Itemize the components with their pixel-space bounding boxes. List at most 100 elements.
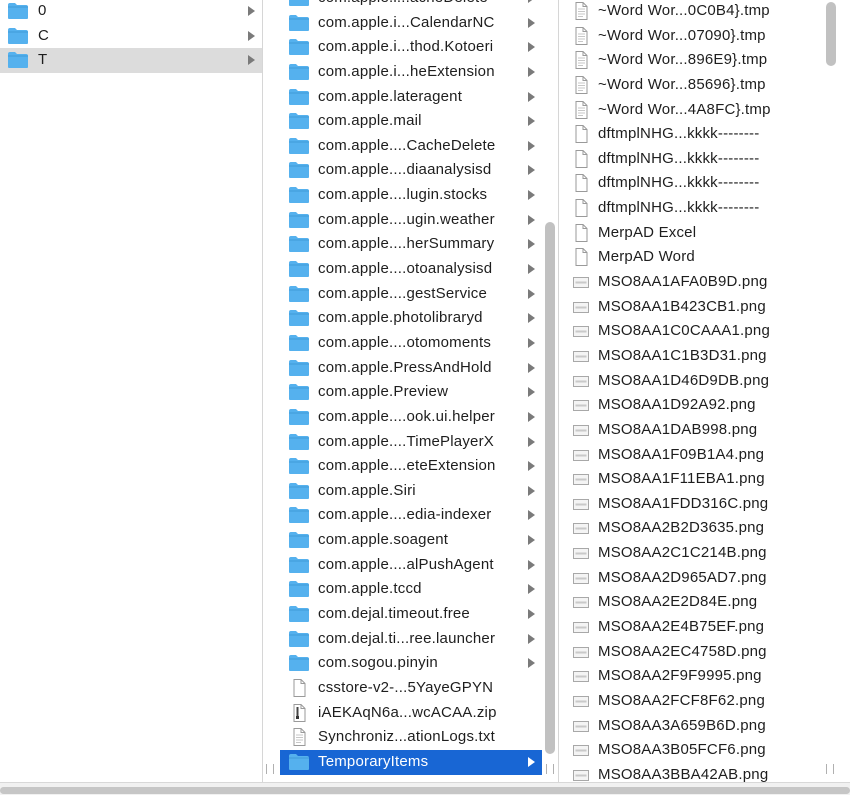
- item-label: ~Word Wor...0C0B4}.tmp: [598, 2, 770, 19]
- column3-item[interactable]: MSO8AA1F09B1A4.png: [562, 443, 824, 468]
- column2-item[interactable]: com.apple....gestService: [280, 282, 542, 307]
- column3-item[interactable]: MSO8AA2E2D84E.png: [562, 590, 824, 615]
- column2-item[interactable]: TemporaryItems: [280, 749, 542, 775]
- column-1[interactable]: 0 CT: [0, 0, 262, 782]
- column3-item[interactable]: MSO8AA1D92A92.png: [562, 393, 824, 418]
- column2-item[interactable]: com.dejal.timeout.free: [280, 602, 542, 627]
- image-thumbnail-icon: [570, 667, 592, 685]
- column3-item[interactable]: ~Word Wor...07090}.tmp: [562, 24, 824, 49]
- item-label: com.apple.tccd: [318, 580, 422, 598]
- column-1-resize-handle[interactable]: [266, 764, 274, 774]
- column2-item[interactable]: com.apple.lateragent: [280, 85, 542, 110]
- column2-item[interactable]: com.apple.i...thod.Kotoeri: [280, 35, 542, 60]
- column2-item[interactable]: com.apple.tccd: [280, 577, 542, 602]
- column2-item[interactable]: com.apple....otoanalysisd: [280, 257, 542, 282]
- column1-item[interactable]: C: [0, 24, 262, 49]
- column3-item[interactable]: MSO8AA2FCF8F62.png: [562, 689, 824, 714]
- column2-item[interactable]: com.apple.i...heExtension: [280, 60, 542, 85]
- column2-item[interactable]: com.apple....herSummary: [280, 232, 542, 257]
- item-label: MSO8AA2E2D84E.png: [598, 593, 758, 611]
- column-3[interactable]: ~Word Wor...0C0B4}.tmp ~Word Wor...07090}…: [562, 0, 824, 782]
- horizontal-scrollbar-thumb[interactable]: [0, 787, 850, 794]
- item-label: MSO8AA2C1C214B.png: [598, 544, 767, 562]
- horizontal-scrollbar-track[interactable]: [0, 782, 850, 795]
- column3-item[interactable]: MSO8AA2C1C214B.png: [562, 541, 824, 566]
- column3-item[interactable]: ~Word Wor...85696}.tmp: [562, 73, 824, 98]
- column2-item[interactable]: com.apple.i...CalendarNC: [280, 11, 542, 36]
- column2-item[interactable]: com.apple....ook.ui.helper: [280, 405, 542, 430]
- column3-item[interactable]: MerpAD Word: [562, 245, 824, 270]
- column2-item[interactable]: com.apple.soagent: [280, 528, 542, 553]
- column3-item[interactable]: MSO8AA2E4B75EF.png: [562, 615, 824, 640]
- text-file-icon: [570, 51, 592, 70]
- column3-item[interactable]: MSO8AA3A659B6D.png: [562, 714, 824, 739]
- column3-item[interactable]: MSO8AA1C0CAAA1.png: [562, 319, 824, 344]
- column2-item[interactable]: iAEKAqN6a...wcACAA.zip: [280, 701, 542, 726]
- column2-item[interactable]: com.apple....ugin.weather: [280, 208, 542, 233]
- column3-item[interactable]: dftmplNHG...kkkk--------: [562, 147, 824, 172]
- column3-item[interactable]: MSO8AA1FDD316C.png: [562, 492, 824, 517]
- column2-item[interactable]: com.apple.mail: [280, 109, 542, 134]
- column3-item[interactable]: MSO8AA2B2D3635.png: [562, 516, 824, 541]
- column-3-resize-handle[interactable]: [826, 764, 834, 774]
- folder-icon: [288, 408, 310, 426]
- column2-item[interactable]: com.apple....TimePlayerX: [280, 430, 542, 455]
- column2-item[interactable]: com.apple.i...acheDelete: [280, 0, 542, 11]
- column2-item[interactable]: com.sogou.pinyin: [280, 651, 542, 676]
- column3-item[interactable]: MSO8AA2EC4758D.png: [562, 640, 824, 665]
- disclosure-arrow-icon: [528, 337, 535, 348]
- image-thumbnail-icon: [570, 717, 592, 735]
- column3-item[interactable]: MSO8AA1B423CB1.png: [562, 295, 824, 320]
- column2-item[interactable]: com.apple....otomoments: [280, 331, 542, 356]
- column-3-scrollbar[interactable]: [826, 2, 836, 66]
- column3-item[interactable]: dftmplNHG...kkkk--------: [562, 171, 824, 196]
- column3-item[interactable]: MSO8AA1F11EBA1.png: [562, 467, 824, 492]
- column2-item[interactable]: com.apple....edia-indexer: [280, 503, 542, 528]
- column3-item[interactable]: ~Word Wor...4A8FC}.tmp: [562, 98, 824, 123]
- folder-icon: [288, 654, 310, 672]
- column-2-scrollbar[interactable]: [545, 222, 555, 754]
- column3-item[interactable]: MerpAD Excel: [562, 221, 824, 246]
- column1-item[interactable]: T: [0, 48, 262, 73]
- item-label: com.apple.i...thod.Kotoeri: [318, 38, 494, 56]
- column-2-resize-handle[interactable]: [546, 764, 554, 774]
- column3-item[interactable]: dftmplNHG...kkkk--------: [562, 196, 824, 221]
- item-label: MSO8AA1D46D9DB.png: [598, 371, 770, 389]
- column3-item[interactable]: MSO8AA2D965AD7.png: [562, 566, 824, 591]
- item-label: com.sogou.pinyin: [318, 654, 438, 672]
- column2-item[interactable]: com.apple.PressAndHold: [280, 356, 542, 381]
- item-label: com.apple.Siri: [318, 481, 416, 499]
- column1-item[interactable]: 0: [0, 0, 262, 24]
- column2-item[interactable]: com.apple....lugin.stocks: [280, 183, 542, 208]
- folder-icon: [288, 112, 310, 130]
- column3-item[interactable]: MSO8AA3B05FCF6.png: [562, 738, 824, 763]
- disclosure-arrow-icon: [528, 461, 535, 472]
- column2-item[interactable]: com.apple....eteExtension: [280, 454, 542, 479]
- disclosure-arrow-icon: [528, 264, 535, 275]
- column2-item[interactable]: com.apple.Siri: [280, 479, 542, 504]
- column3-item[interactable]: dftmplNHG...kkkk--------: [562, 122, 824, 147]
- column3-item[interactable]: MSO8AA1DAB998.png: [562, 418, 824, 443]
- column3-item[interactable]: MSO8AA3BBA42AB.png: [562, 763, 824, 782]
- column3-item[interactable]: MSO8AA1AFA0B9D.png: [562, 270, 824, 295]
- column2-item[interactable]: com.apple....CacheDelete: [280, 134, 542, 159]
- text-file-icon: [570, 75, 592, 94]
- column3-item[interactable]: MSO8AA1C1B3D31.png: [562, 344, 824, 369]
- column2-item[interactable]: com.dejal.ti...ree.launcher: [280, 627, 542, 652]
- column3-item[interactable]: MSO8AA2F9F9995.png: [562, 664, 824, 689]
- column2-item[interactable]: com.apple....diaanalysisd: [280, 158, 542, 183]
- column-2[interactable]: com.apple.i...acheDelete com.apple.i...Ca…: [280, 0, 542, 782]
- item-label: com.dejal.timeout.free: [318, 605, 470, 623]
- column2-item[interactable]: csstore-v2-...5YayeGPYN: [280, 676, 542, 701]
- column2-item[interactable]: Synchroniz...ationLogs.txt: [280, 725, 542, 750]
- disclosure-arrow-icon: [528, 42, 535, 53]
- item-label: MSO8AA2EC4758D.png: [598, 642, 767, 660]
- column2-item[interactable]: com.apple....alPushAgent: [280, 553, 542, 578]
- column2-item[interactable]: com.apple.Preview: [280, 380, 542, 405]
- folder-icon: [288, 630, 310, 648]
- column3-item[interactable]: ~Word Wor...0C0B4}.tmp: [562, 0, 824, 24]
- column3-item[interactable]: MSO8AA1D46D9DB.png: [562, 369, 824, 394]
- image-thumbnail-icon: [570, 643, 592, 661]
- column2-item[interactable]: com.apple.photolibraryd: [280, 306, 542, 331]
- column3-item[interactable]: ~Word Wor...896E9}.tmp: [562, 48, 824, 73]
